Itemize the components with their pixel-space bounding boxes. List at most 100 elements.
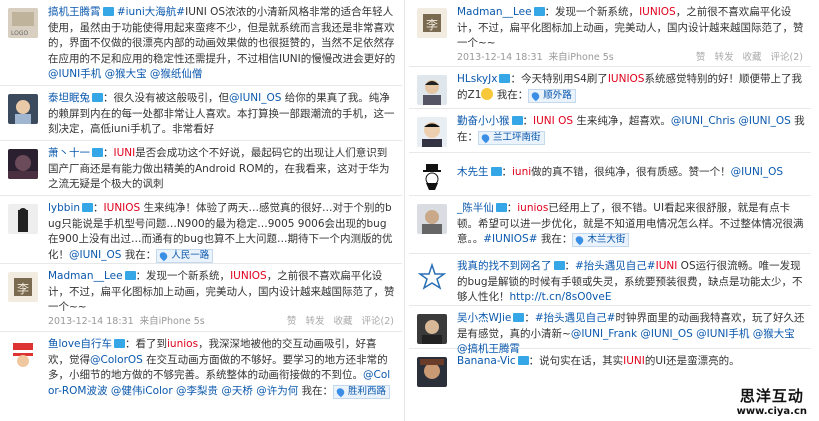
like-button[interactable]: 赞: [287, 316, 297, 327]
author-name[interactable]: 吴小杰WJie: [457, 312, 511, 324]
comment-button[interactable]: 评论(2): [362, 316, 394, 327]
location-tag[interactable]: 兰工坪南街: [478, 130, 545, 145]
mention-link[interactable]: @猴纸仙僧: [150, 68, 203, 80]
comment-button[interactable]: 评论(2): [771, 52, 803, 63]
post-text-fragment: ：: [524, 312, 535, 324]
repost-button[interactable]: 转发: [714, 52, 733, 63]
avatar[interactable]: [417, 314, 447, 344]
avatar[interactable]: [417, 357, 447, 387]
like-button[interactable]: 赞: [696, 52, 706, 63]
author-name[interactable]: Madman__Lee: [48, 270, 123, 282]
avatar[interactable]: LOGO: [8, 8, 38, 38]
avatar[interactable]: 李: [417, 8, 447, 38]
location-pin-icon: [574, 234, 586, 246]
hashtag-link[interactable]: #iuni大海航#: [117, 6, 185, 18]
post-right-1: 李 Madman__Lee ：发现一个新系统，IUNIOS，之前很不喜欢扁平化设计…: [409, 0, 811, 67]
avatar[interactable]: 李: [8, 272, 38, 302]
mention-link[interactable]: @健伟iColor: [111, 385, 173, 397]
mention-link[interactable]: @IUNI_Frank: [571, 328, 637, 340]
repost-button[interactable]: 转发: [305, 316, 324, 327]
avatar[interactable]: [8, 340, 38, 370]
verified-badge-icon: [124, 271, 136, 280]
avatar[interactable]: [417, 262, 447, 292]
mention-link[interactable]: @ColorOS: [90, 354, 143, 366]
author-name[interactable]: 鱼love自行车: [48, 338, 112, 350]
location-tag[interactable]: 顺外路: [528, 88, 576, 103]
author-name[interactable]: 搞机王腾霄: [48, 6, 101, 18]
author-name[interactable]: 木先生: [457, 166, 489, 178]
hashtag-link[interactable]: #抬头遇见自己#: [575, 260, 656, 272]
mention-link[interactable]: @猴大宝: [753, 328, 795, 340]
post-time[interactable]: 2013-12-14 18:31: [457, 52, 543, 63]
avatar[interactable]: [417, 117, 447, 147]
post-text-fragment: 的UI还是蛮漂亮的。: [644, 355, 740, 367]
mention-link[interactable]: @IUNI手机: [696, 328, 749, 340]
author-name[interactable]: 我真的找不到网名了: [457, 260, 552, 272]
verified-badge-icon: [82, 203, 94, 212]
avatar[interactable]: [417, 161, 447, 191]
verified-badge-icon: [114, 339, 126, 348]
avatar[interactable]: [8, 94, 38, 124]
author-name[interactable]: 泰坦眠兔: [48, 92, 90, 104]
hashtag-link[interactable]: #抬头遇见自己#: [535, 312, 616, 324]
site-watermark: 思洋互动 www.ciya.cn: [737, 385, 807, 417]
post-actions: 赞 转发 收藏 评论(2): [281, 313, 394, 327]
author-name[interactable]: _陈半仙: [457, 202, 494, 214]
post-text-fragment: 我在：: [298, 384, 334, 397]
location-label: 木兰大街: [587, 234, 626, 246]
post-text: lybbin ：IUNIOS 生来纯净！体验了两天…感觉真的很好…对于个别的bug…: [48, 201, 396, 263]
post-text: 搞机王腾霄 #iuni大海航#IUNI OS浓浓的小清新风格非常的适合年轻人使用…: [48, 5, 396, 83]
location-tag[interactable]: 人民一路: [156, 248, 214, 263]
mention-link[interactable]: @猴大宝: [105, 68, 147, 80]
post-time[interactable]: 2013-12-14 18:31: [48, 316, 134, 327]
keyword-highlight: iunios: [167, 338, 199, 350]
mention-link[interactable]: @IUNI_OS: [731, 166, 783, 178]
keyword-highlight: IUNIOS: [230, 270, 267, 282]
verified-badge-icon: [533, 7, 545, 16]
mention-link[interactable]: @IUNI手机: [48, 68, 101, 80]
mention-link[interactable]: @IUNI_OS: [640, 328, 692, 340]
post-text: 萧丶十一 ：IUNI是否会成功这个不好说，最起码它的出现让人们意识到国产厂商还是有…: [48, 146, 396, 193]
author-name[interactable]: lybbin: [48, 202, 80, 214]
verified-badge-icon: [499, 74, 511, 83]
watermark-title: 思洋互动: [739, 387, 804, 405]
post-text-fragment: ：: [93, 202, 104, 214]
post-text-fragment: ：: [103, 147, 114, 159]
favorite-button[interactable]: 收藏: [333, 316, 352, 327]
favorite-button[interactable]: 收藏: [742, 52, 761, 63]
verified-badge-icon: [102, 7, 114, 16]
location-tag[interactable]: 胜利西路: [333, 384, 391, 399]
avatar[interactable]: [417, 204, 447, 234]
avatar[interactable]: [417, 75, 447, 105]
post-text: Banana-Vic ：说句实在话，其实IUNI的UI还是蛮漂亮的。: [457, 354, 805, 370]
post-right-5: _陈半仙 ：iunios已经用上了，很不错。UI看起来很舒服，就是有点卡顿。希望可…: [409, 196, 811, 254]
mention-link[interactable]: @许为何: [256, 385, 298, 397]
mention-link[interactable]: @IUNI_Chris: [671, 115, 735, 127]
keyword-highlight: IUNI: [655, 260, 678, 272]
author-name[interactable]: Madman__Lee: [457, 6, 532, 18]
author-name[interactable]: HLskyJx: [457, 73, 497, 85]
author-name[interactable]: 勤奋小小猴: [457, 115, 510, 127]
author-name[interactable]: Banana-Vic: [457, 355, 516, 367]
mention-link[interactable]: @天桥: [221, 385, 253, 397]
location-pin-icon: [158, 250, 170, 262]
hashtag-link[interactable]: #IUNIOS#: [483, 233, 537, 245]
post-meta: 2013-12-14 18:31 来自iPhone 5s 赞 转发 收藏 评论(…: [48, 313, 394, 327]
post-text-fragment: ：发现一个新系统，: [135, 270, 231, 282]
keyword-highlight: IUNI: [113, 147, 136, 159]
avatar[interactable]: [8, 149, 38, 179]
avatar[interactable]: [8, 204, 38, 234]
location-tag[interactable]: 木兰大街: [572, 233, 630, 248]
verified-badge-icon: [511, 116, 523, 125]
author-name[interactable]: 萧丶十一: [48, 147, 90, 159]
keyword-highlight: IUNI OS: [533, 115, 574, 127]
mention-link[interactable]: @IUNI_OS: [229, 92, 281, 104]
post-text-fragment: ：: [564, 260, 576, 272]
mention-link[interactable]: http://t.cn/8sO0veE: [510, 291, 612, 303]
post-text-fragment: ：: [506, 202, 518, 214]
left-feed-column: LOGO 搞机王腾霄 #iuni大海航#IUNI OS浓浓的小清新风格非常的适合…: [0, 0, 402, 421]
mention-link[interactable]: @IUNI_OS: [69, 249, 121, 261]
mention-link[interactable]: @IUNI_OS: [738, 115, 790, 127]
post-text: _陈半仙 ：iunios已经用上了，很不错。UI看起来很舒服，就是有点卡顿。希望可…: [457, 201, 805, 248]
mention-link[interactable]: @李梨贵: [176, 385, 218, 397]
